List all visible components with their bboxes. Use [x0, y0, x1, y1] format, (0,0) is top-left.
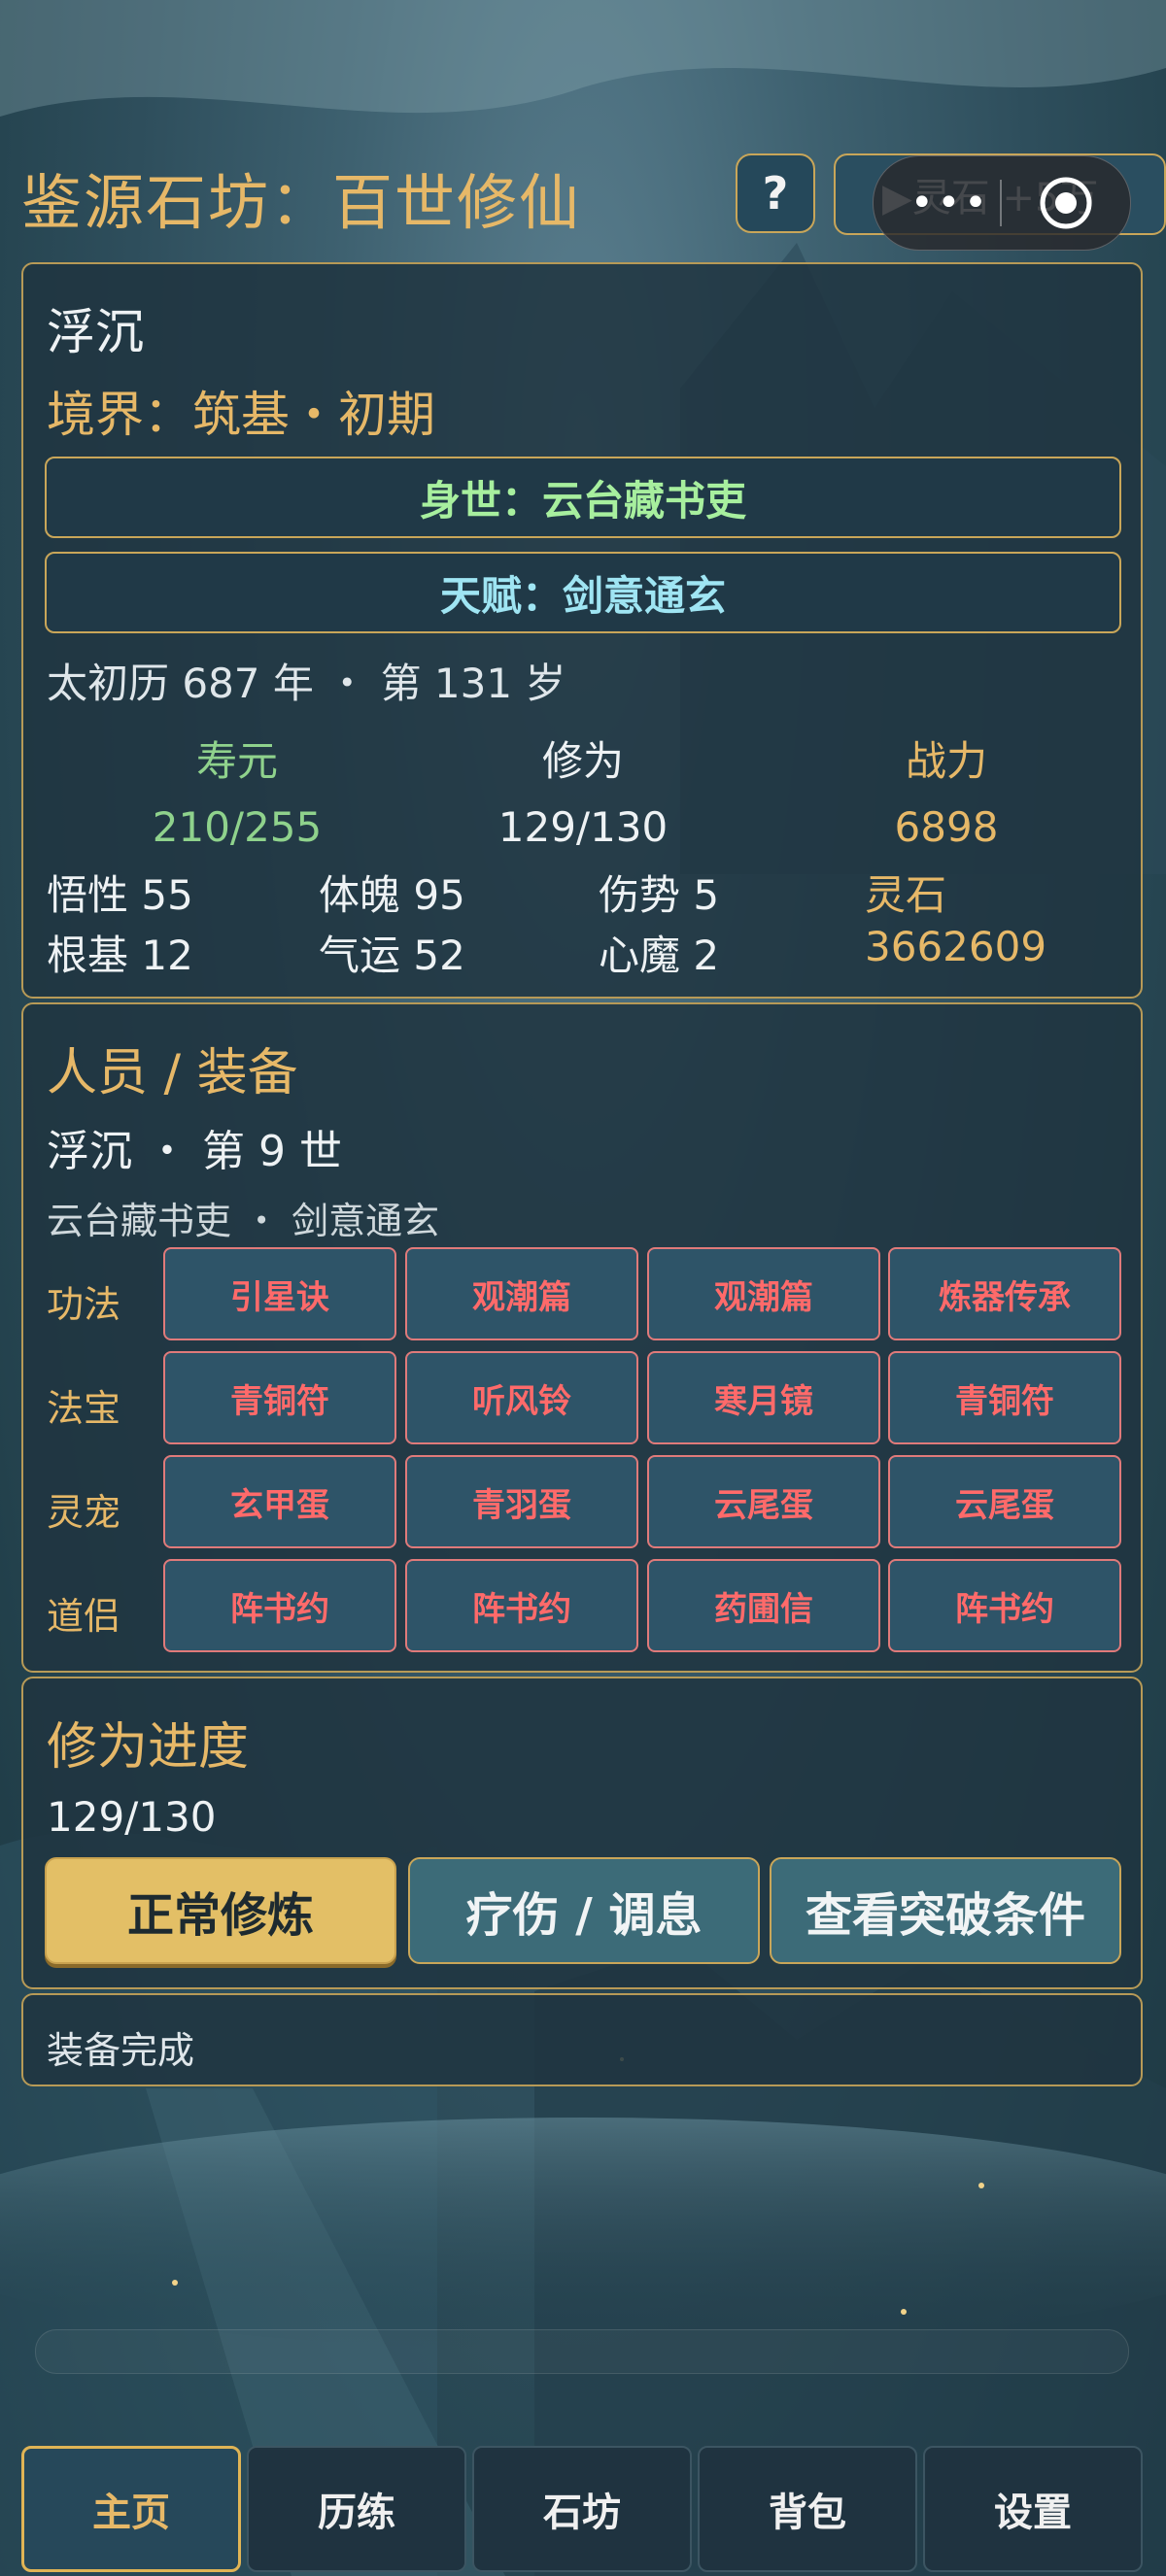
foundation-stat: 根基 12	[47, 932, 193, 979]
slot-gongfa-4[interactable]: 炼器传承	[888, 1247, 1121, 1340]
stones-label: 灵石	[865, 871, 947, 919]
slot-lingchong-4[interactable]: 云尾蛋	[888, 1455, 1121, 1548]
nav-training[interactable]: 历练	[247, 2446, 466, 2572]
lifespan-value: 210/255	[152, 803, 323, 851]
help-button[interactable]: ?	[736, 153, 815, 233]
identity-line: 云台藏书吏 ・ 剑意通玄	[47, 1200, 440, 1242]
nav-settings[interactable]: 设置	[923, 2446, 1143, 2572]
life-line: 浮沉 ・ 第 9 世	[47, 1127, 342, 1176]
slot-gongfa-2[interactable]: 观潮篇	[405, 1247, 638, 1340]
slot-daolv-3[interactable]: 药圃信	[647, 1559, 880, 1652]
background-button[interactable]: 身世：云台藏书吏	[45, 457, 1121, 538]
calendar-date: 太初历 687 年 ・ 第 131 岁	[47, 660, 566, 707]
slot-fabao-3[interactable]: 寒月镜	[647, 1351, 880, 1444]
breakthrough-conditions-button[interactable]: 查看突破条件	[770, 1857, 1121, 1964]
stones-value: 3662609	[865, 923, 1047, 970]
equipment-panel: 人员 / 装备 浮沉 ・ 第 9 世 云台藏书吏 ・ 剑意通玄 功法 引星诀 观…	[21, 1002, 1143, 1673]
slot-daolv-1[interactable]: 阵书约	[163, 1559, 396, 1652]
progress-title: 修为进度	[47, 1718, 250, 1777]
decorative-bar	[35, 2329, 1129, 2374]
slot-lingchong-1[interactable]: 玄甲蛋	[163, 1455, 396, 1548]
capsule-divider	[1000, 180, 1002, 226]
slot-lingchong-2[interactable]: 青羽蛋	[405, 1455, 638, 1548]
cultivation-progress-panel: 修为进度 129/130 正常修炼 疗伤 / 调息 查看突破条件	[21, 1677, 1143, 1989]
miniprogram-capsule[interactable]: •••	[873, 155, 1131, 251]
slot-daolv-4[interactable]: 阵书约	[888, 1559, 1121, 1652]
power-label: 战力	[905, 737, 987, 785]
lifespan-stat: 寿元 210/255	[52, 729, 422, 851]
power-stat: 战力 6898	[762, 729, 1131, 851]
nav-backpack[interactable]: 背包	[698, 2446, 917, 2572]
equipment-title: 人员 / 装备	[47, 1044, 298, 1102]
message-log: 装备完成	[21, 1993, 1143, 2086]
more-icon[interactable]: •••	[910, 184, 991, 222]
luck-stat: 气运 52	[319, 932, 465, 979]
slot-gongfa-1[interactable]: 引星诀	[163, 1247, 396, 1340]
slot-fabao-2[interactable]: 听风铃	[405, 1351, 638, 1444]
row-label-lingchong: 灵宠	[47, 1491, 121, 1534]
progress-value: 129/130	[47, 1793, 217, 1841]
comprehension-stat: 悟性 55	[47, 871, 193, 919]
lifespan-label: 寿元	[195, 737, 278, 785]
log-message: 装备完成	[47, 2029, 195, 2072]
physique-stat: 体魄 95	[319, 871, 465, 919]
injury-stat: 伤势 5	[599, 871, 720, 919]
power-value: 6898	[894, 803, 999, 851]
realm-text: 境界：筑基・初期	[47, 387, 435, 443]
talent-button[interactable]: 天赋：剑意通玄	[45, 552, 1121, 633]
slot-gongfa-3[interactable]: 观潮篇	[647, 1247, 880, 1340]
slot-daolv-2[interactable]: 阵书约	[405, 1559, 638, 1652]
cultivation-stat: 修为 129/130	[398, 729, 768, 851]
cultivation-value: 129/130	[497, 803, 669, 851]
character-name: 浮沉	[47, 304, 144, 360]
nav-stone-shop[interactable]: 石坊	[472, 2446, 692, 2572]
heal-rest-button[interactable]: 疗伤 / 调息	[408, 1857, 760, 1964]
bottom-nav: 主页 历练 石坊 背包 设置	[21, 2446, 1143, 2572]
slot-fabao-4[interactable]: 青铜符	[888, 1351, 1121, 1444]
normal-cultivate-button[interactable]: 正常修炼	[45, 1857, 396, 1964]
row-label-daolv: 道侣	[47, 1595, 121, 1638]
slot-fabao-1[interactable]: 青铜符	[163, 1351, 396, 1444]
app-title: 鉴源石坊：百世修仙	[21, 167, 582, 238]
cultivation-label: 修为	[541, 737, 624, 785]
row-label-gongfa: 功法	[47, 1283, 121, 1326]
close-target-icon[interactable]	[1039, 176, 1093, 230]
demon-stat: 心魔 2	[599, 932, 720, 979]
character-status-panel: 浮沉 境界：筑基・初期 身世：云台藏书吏 天赋：剑意通玄 太初历 687 年 ・…	[21, 262, 1143, 999]
slot-lingchong-3[interactable]: 云尾蛋	[647, 1455, 880, 1548]
row-label-fabao: 法宝	[47, 1387, 121, 1430]
nav-home[interactable]: 主页	[21, 2446, 241, 2572]
